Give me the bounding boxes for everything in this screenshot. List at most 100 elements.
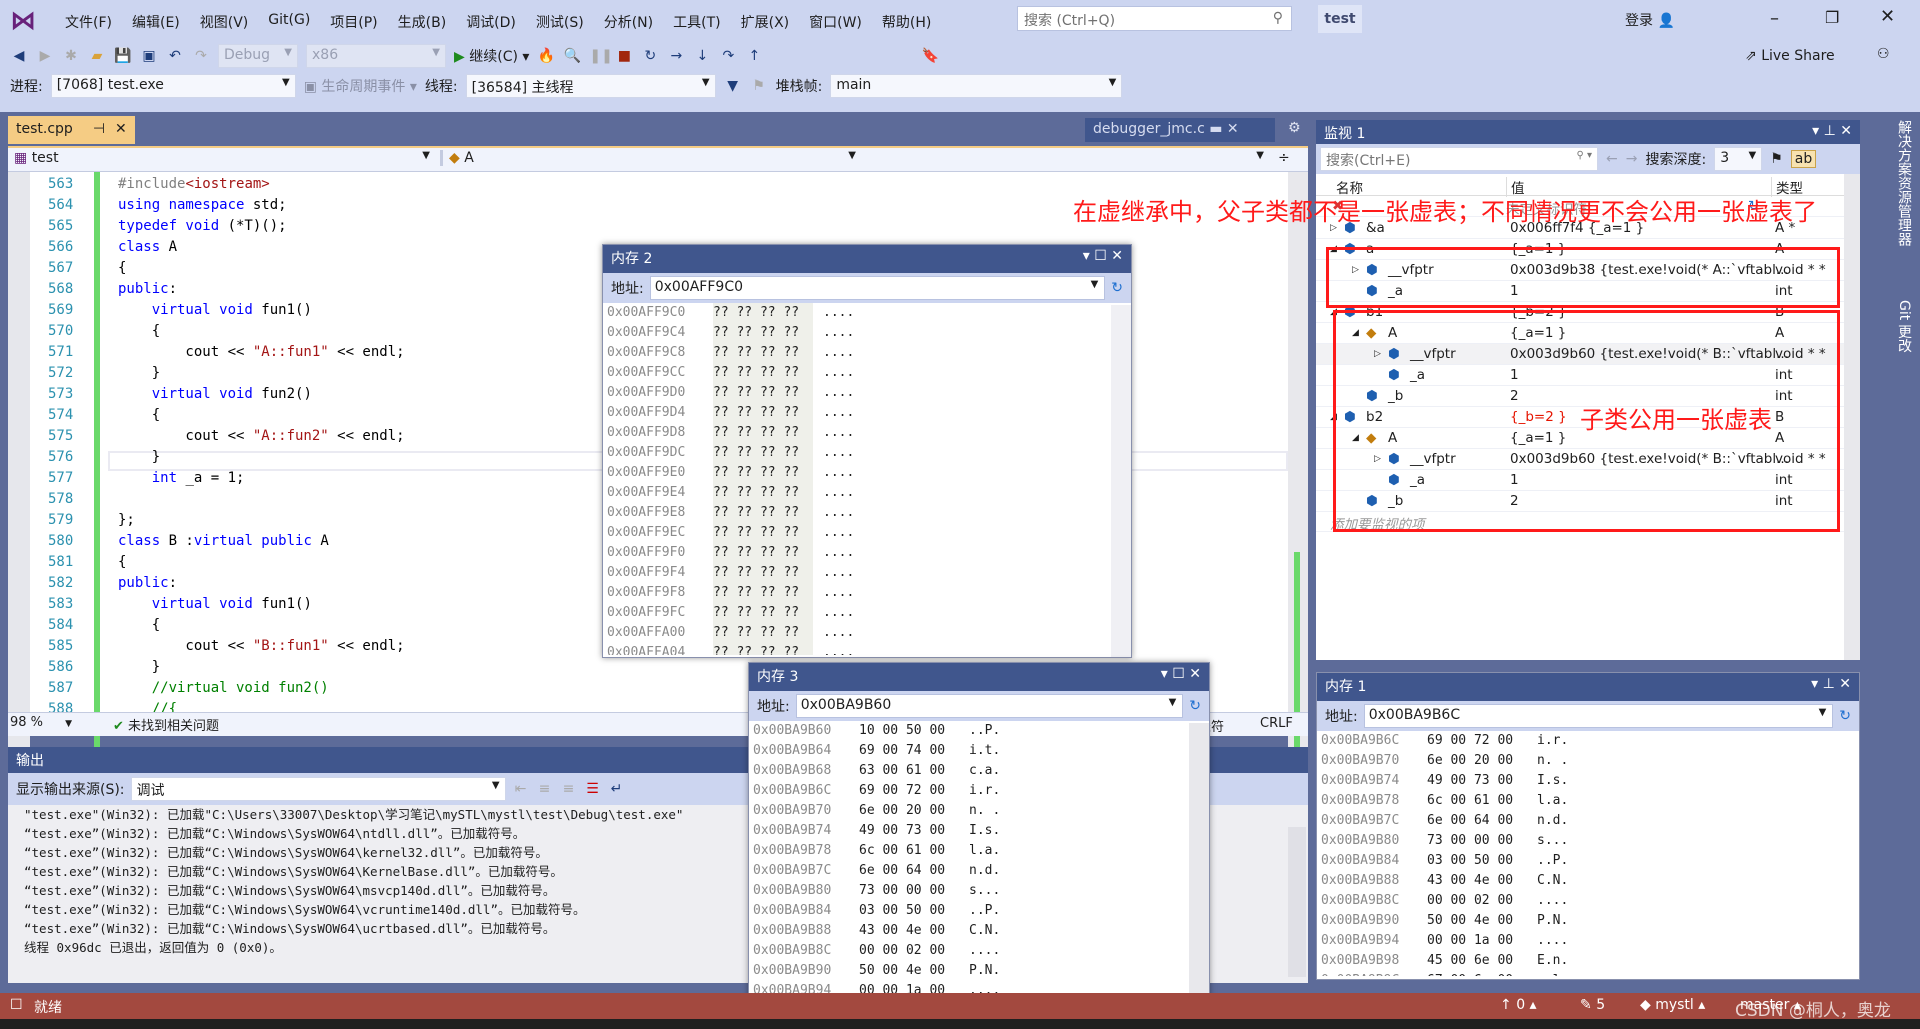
menu-item[interactable]: 视图(V) [190,8,259,36]
code-line[interactable]: class A [118,239,177,255]
memory-row[interactable]: 0x00AFFA04 ?? ?? ?? ??.... [603,643,1131,655]
next-message-icon[interactable]: ≡ [560,781,578,797]
output-scrollbar[interactable] [1288,827,1306,977]
zoom-dropdown[interactable]: 98 % ▼ [10,715,90,730]
search-back-icon[interactable]: ← [1606,151,1618,167]
process-dropdown[interactable]: [7068] test.exe ▼ [50,74,296,98]
search-forward-icon[interactable]: → [1626,151,1638,167]
tab-debugger-jmc[interactable]: debugger_jmc.c ▬ ✕ [1085,118,1275,142]
repo-indicator[interactable]: ◆ mystl ▴ [1640,997,1705,1013]
menu-item[interactable]: 调试(D) [456,8,526,36]
memory-row[interactable]: 0x00AFF9E0 ?? ?? ?? ??.... [603,463,1131,483]
menu-item[interactable]: 窗口(W) [799,8,872,36]
memory-row[interactable]: 0x00AFFA00 ?? ?? ?? ??.... [603,623,1131,643]
save-all-icon[interactable]: ▣ [140,48,158,64]
step-into-icon[interactable]: ↓ [693,48,711,64]
code-line[interactable]: { [118,323,160,339]
memory-row[interactable]: 0x00AFF9FC ?? ?? ?? ??.... [603,603,1131,623]
memory-row[interactable]: 0x00BA9B60 10 00 50 00 ..P. [749,721,1209,741]
code-line[interactable]: } [118,449,160,465]
show-next-statement-icon[interactable]: → [667,48,685,64]
memory-row[interactable]: 0x00BA9B78 6c 00 61 00 l.a. [1317,791,1859,811]
step-out-icon[interactable]: ↑ [745,48,763,64]
stack-frame-dropdown[interactable]: main ▼ [830,74,1123,98]
memory-row[interactable]: 0x00BA9B84 03 00 50 00 ..P. [749,901,1209,921]
code-line[interactable]: cout << "A::fun1" << endl; [118,344,404,360]
memory-row[interactable]: 0x00BA9B74 49 00 73 00 I.s. [1317,771,1859,791]
memory-row[interactable]: 0x00AFF9E8 ?? ?? ?? ??.... [603,503,1131,523]
pending-changes-indicator[interactable]: ✎ 5 [1580,997,1605,1013]
output-source-dropdown[interactable]: 调试 ▼ [130,777,506,801]
memory-row[interactable]: 0x00BA9B70 6e 00 20 00 n. . [749,801,1209,821]
memory-row[interactable]: 0x00BA9B6C 69 00 72 00 i.r. [1317,731,1859,751]
thread-dropdown[interactable]: [36584] 主线程 ▼ [465,74,716,98]
memory-row[interactable]: 0x00BA9B88 43 00 4e 00 C.N. [749,921,1209,941]
memory-row[interactable]: 0x00AFF9EC ?? ?? ?? ??.... [603,523,1131,543]
memory-row[interactable]: 0x00BA9B94 00 00 1a 00.... [1317,931,1859,951]
minimize-button[interactable]: – [1770,8,1779,29]
memory-row[interactable]: 0x00BA9B7C 6e 00 64 00 n.d. [1317,811,1859,831]
stop-icon[interactable]: ■ [615,48,633,64]
code-line[interactable]: typedef void (*T)(); [118,218,287,234]
memory-row[interactable]: 0x00BA9B8C 00 00 02 00.... [1317,891,1859,911]
memory-row[interactable]: 0x00BA9B68 63 00 61 00 c.a. [749,761,1209,781]
memory-row[interactable]: 0x00AFF9F0 ?? ?? ?? ??.... [603,543,1131,563]
memory2-scrollbar[interactable] [1111,305,1131,657]
filter-icon[interactable]: ▼ [724,78,742,94]
search-depth-dropdown[interactable]: 3 ▼ [1714,147,1763,171]
memory-row[interactable]: 0x00BA9B80 73 00 00 00 s... [1317,831,1859,851]
menu-item[interactable]: 工具(T) [663,8,730,36]
window-controls-icon[interactable]: ▾ ☐ ✕ [1161,666,1201,682]
code-line[interactable]: } [118,659,160,675]
tab-test-cpp[interactable]: test.cpp ⊣ ✕ [8,116,135,144]
code-line[interactable]: //virtual void fun2() [118,680,329,696]
restore-button[interactable]: ❐ [1825,8,1839,27]
memory-row[interactable]: 0x00BA9B64 69 00 74 00 i.t. [749,741,1209,761]
code-line[interactable]: virtual void fun1() [118,302,312,318]
code-line[interactable]: using namespace std; [118,197,287,213]
memory-row[interactable]: 0x00AFF9C8 ?? ?? ?? ??.... [603,343,1131,363]
class-dropdown[interactable]: ◆ A ▼ [440,150,860,166]
memory2-address-input[interactable]: 0x00AFF9C0 ▼ [649,276,1106,300]
refresh-icon[interactable]: ↻ [1111,280,1123,296]
menu-item[interactable]: Git(G) [258,8,320,36]
code-line[interactable]: cout << "B::fun1" << endl; [118,638,404,654]
config-dropdown[interactable]: Debug ▼ [218,44,298,68]
memory-row[interactable]: 0x00AFF9F4 ?? ?? ?? ??.... [603,563,1131,583]
memory-row[interactable]: 0x00BA9B90 50 00 4e 00 P.N. [749,961,1209,981]
memory-row[interactable]: 0x00AFF9D4 ?? ?? ?? ??.... [603,403,1131,423]
side-tab-git-changes[interactable]: Git 更改 [1884,300,1914,353]
platform-dropdown[interactable]: x86 ▼ [306,44,446,68]
memory-row[interactable]: 0x00AFF9F8 ?? ?? ?? ??.... [603,583,1131,603]
memory-row[interactable]: 0x00BA9B84 03 00 50 00 ..P. [1317,851,1859,871]
memory-row[interactable]: 0x00AFF9DC ?? ?? ?? ??.... [603,443,1131,463]
code-line[interactable]: public: [118,281,177,297]
watch-search-input[interactable]: 搜索(Ctrl+E) ⚲ ▾ [1320,147,1598,171]
memory-row[interactable]: 0x00BA9B9C 67 00 6c 00 g.l. [1317,971,1859,976]
code-line[interactable]: } [118,365,160,381]
memory-row[interactable]: 0x00BA9B7C 6e 00 64 00 n.d. [749,861,1209,881]
hex-display-icon[interactable]: ab [1790,150,1817,168]
back-icon[interactable]: ◀ [10,48,28,64]
lifecycle-events-button[interactable]: ▣ 生命周期事件 ▾ [304,76,417,96]
memory-row[interactable]: 0x00BA9B74 49 00 73 00 I.s. [749,821,1209,841]
push-indicator[interactable]: ↑ 0 ▴ [1500,997,1537,1013]
memory-row[interactable]: 0x00BA9B8C 00 00 02 00.... [749,941,1209,961]
code-line[interactable]: class B :virtual public A [118,533,329,549]
memory-row[interactable]: 0x00AFF9D8 ?? ?? ?? ??.... [603,423,1131,443]
memory-row[interactable]: 0x00AFF9E4 ?? ?? ?? ??.... [603,483,1131,503]
prev-message-icon[interactable]: ≡ [536,781,554,797]
menu-item[interactable]: 测试(S) [526,8,594,36]
code-line[interactable]: public: [118,575,177,591]
window-controls-icon[interactable]: ▾ ⊥ ✕ [1812,123,1852,139]
menu-item[interactable]: 文件(F) [55,8,122,36]
pause-icon[interactable]: ❚❚ [589,48,612,64]
code-line[interactable]: #include<iostream> [118,176,270,192]
memory3-scrollbar[interactable] [1189,723,1209,1028]
code-line[interactable]: { [118,554,126,570]
pin-filter-icon[interactable]: ⚑ [1770,151,1783,167]
line-ending-indicator[interactable]: CRLF [1260,716,1293,731]
find-icon[interactable]: 🔍 [563,48,581,64]
code-line[interactable]: { [118,407,160,423]
memory-row[interactable]: 0x00BA9B70 6e 00 20 00 n. . [1317,751,1859,771]
